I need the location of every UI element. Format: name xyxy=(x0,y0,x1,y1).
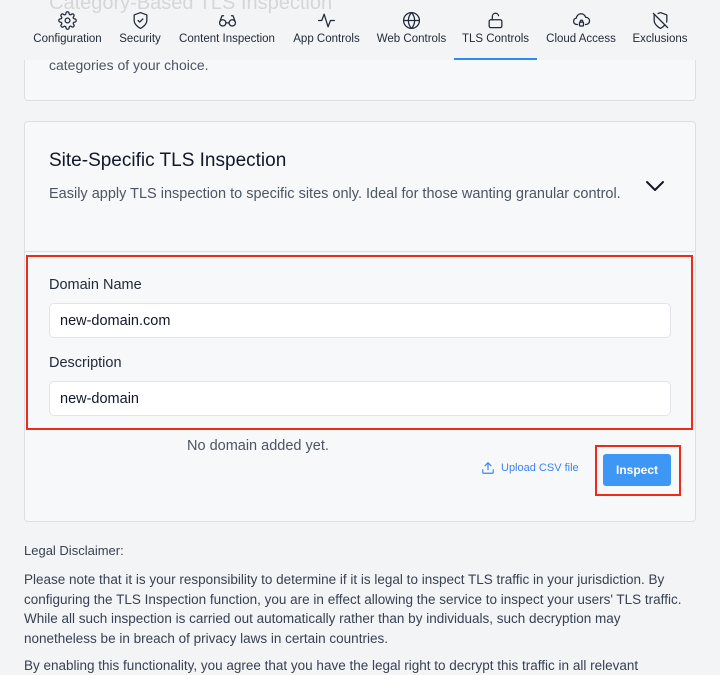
tab-label: Exclusions xyxy=(632,33,688,45)
site-card-description: Easily apply TLS inspection to specific … xyxy=(49,186,621,202)
category-tls-card: categories of your choice. xyxy=(24,55,696,101)
tab-content-inspection[interactable]: Content Inspection xyxy=(177,11,277,60)
tab-label: Configuration xyxy=(33,33,102,45)
top-nav: Category-Based TLS Inspection Configurat… xyxy=(0,0,720,60)
tab-tls-controls[interactable]: TLS Controls xyxy=(454,11,537,60)
glasses-icon xyxy=(218,15,236,27)
inspect-button[interactable]: Inspect xyxy=(603,454,671,486)
tab-label: Content Inspection xyxy=(179,33,275,45)
globe-icon xyxy=(402,11,421,30)
tab-label: Cloud Access xyxy=(546,33,616,45)
tab-configuration[interactable]: Configuration xyxy=(32,11,103,60)
gear-icon xyxy=(58,11,77,30)
site-card-title: Site-Specific TLS Inspection xyxy=(49,150,287,171)
tab-security[interactable]: Security xyxy=(118,11,162,60)
empty-domain-message: No domain added yet. xyxy=(187,438,329,454)
chevron-down-icon[interactable] xyxy=(644,179,666,193)
tab-label: App Controls xyxy=(293,33,360,45)
tab-label: TLS Controls xyxy=(461,33,530,45)
tab-app-controls[interactable]: App Controls xyxy=(292,11,361,60)
tab-label: Security xyxy=(119,33,161,45)
tab-exclusions[interactable]: Exclusions xyxy=(632,11,688,60)
shield-check-icon xyxy=(133,11,147,30)
domain-name-label: Domain Name xyxy=(49,277,142,293)
legal-heading: Legal Disclaimer: xyxy=(24,543,124,558)
cloud-lock-icon xyxy=(572,13,590,27)
tab-cloud-access[interactable]: Cloud Access xyxy=(545,11,617,60)
upload-csv-link[interactable]: Upload CSV file xyxy=(481,461,579,475)
upload-icon xyxy=(482,462,494,474)
tab-web-controls[interactable]: Web Controls xyxy=(376,11,447,60)
legal-paragraph-2: By enabling this functionality, you agre… xyxy=(24,658,639,673)
description-label: Description xyxy=(49,355,122,371)
tab-label: Web Controls xyxy=(376,33,447,45)
shield-off-icon xyxy=(652,11,668,30)
domain-name-input[interactable] xyxy=(49,303,671,338)
unlock-icon xyxy=(488,12,503,29)
upload-csv-label: Upload CSV file xyxy=(501,462,579,474)
activity-icon xyxy=(317,13,336,28)
card-divider xyxy=(25,251,695,252)
legal-paragraph-1: Please note that it is your responsibili… xyxy=(24,572,682,646)
description-input[interactable] xyxy=(49,381,671,416)
